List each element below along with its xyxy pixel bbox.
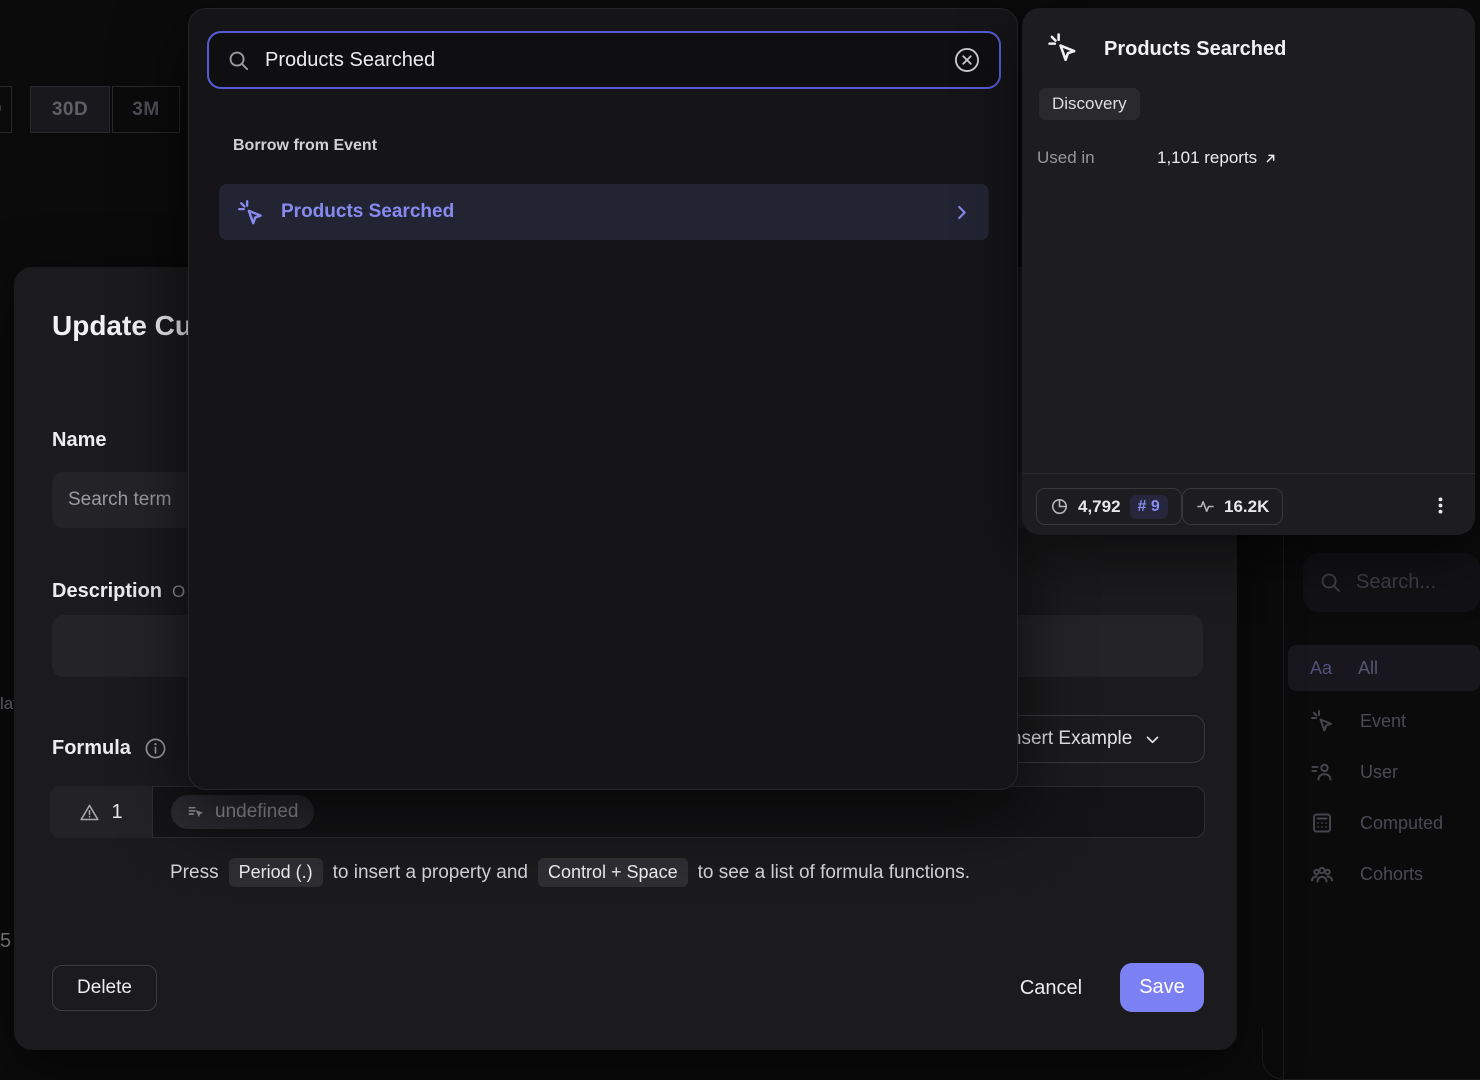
time-range-label: 3M (132, 99, 159, 121)
description-optional-label: O (172, 582, 185, 602)
popover-search-field[interactable] (265, 49, 938, 72)
sidebar-item-label: Cohorts (1360, 864, 1423, 885)
formula-property-chip[interactable]: undefined (171, 795, 314, 829)
hint-text: to see a list of formula functions. (698, 862, 970, 884)
app-screen: D 30D 3M lay 5 Aa All Event User Compute… (0, 0, 1480, 1080)
chevron-right-icon (952, 203, 971, 222)
search-icon (1319, 571, 1342, 594)
user-icon (1310, 760, 1334, 784)
sidebar-item-label: All (1358, 658, 1378, 679)
kbd-control-space: Control + Space (538, 858, 688, 887)
popover-section-label: Borrow from Event (233, 137, 377, 155)
borrow-property-popover: Borrow from Event Products Searched (188, 8, 1018, 790)
description-label: Description (52, 580, 162, 603)
info-icon[interactable] (144, 737, 167, 760)
event-icon (1047, 32, 1078, 63)
background-panel-corner (1262, 1028, 1480, 1080)
save-button[interactable]: Save (1120, 963, 1204, 1012)
event-icon (237, 199, 264, 226)
rank-badge: # 9 (1130, 495, 1168, 519)
event-property-icon (187, 803, 206, 822)
popover-search-input[interactable] (207, 31, 1001, 89)
text-format-icon: Aa (1310, 658, 1332, 679)
activity-icon (1196, 497, 1215, 516)
event-detail-panel: Products Searched Discovery Used in 1,10… (1022, 8, 1475, 535)
sidebar-item-label: Computed (1360, 813, 1443, 834)
name-label: Name (52, 429, 106, 452)
used-in-label: Used in (1037, 148, 1095, 168)
formula-editor[interactable]: undefined (152, 786, 1205, 838)
sidebar-item-event[interactable]: Event (1288, 698, 1480, 744)
more-options-icon[interactable] (1426, 491, 1455, 520)
formula-error-indicator[interactable]: 1 (50, 786, 152, 838)
sidebar-item-all[interactable]: Aa All (1288, 645, 1480, 691)
total-count-chip[interactable]: 16.2K (1182, 488, 1283, 525)
event-icon (1310, 709, 1334, 733)
calculator-icon (1310, 811, 1334, 835)
property-search-input[interactable] (1303, 553, 1480, 612)
time-range-label: D (0, 99, 2, 121)
time-range-label: 30D (52, 99, 88, 121)
event-result-label: Products Searched (281, 201, 454, 223)
sidebar-item-cohorts[interactable]: Cohorts (1288, 851, 1480, 897)
formula-label: Formula (52, 737, 131, 760)
cohorts-icon (1310, 862, 1334, 886)
used-in-reports-link[interactable]: 1,101 reports (1157, 148, 1278, 168)
time-range-button-3m[interactable]: 3M (112, 86, 180, 133)
kbd-period: Period (.) (229, 858, 323, 887)
sidebar-item-computed[interactable]: Computed (1288, 800, 1480, 846)
formula-label-row: Formula (52, 737, 167, 760)
search-icon (227, 49, 250, 72)
modal-title: Update Cu (52, 310, 192, 342)
property-search-field[interactable] (1356, 571, 1480, 594)
sidebar-item-label: User (1360, 762, 1398, 783)
chevron-down-icon (1144, 731, 1161, 748)
insert-example-label: Insert Example (1006, 728, 1133, 750)
time-range-button-30d[interactable]: 30D (30, 86, 110, 133)
pie-chart-icon (1050, 497, 1069, 516)
warning-icon (79, 802, 100, 823)
event-result-row[interactable]: Products Searched (219, 184, 989, 240)
hint-text: Press (170, 862, 219, 884)
cancel-button[interactable]: Cancel (1010, 965, 1092, 1011)
description-label-row: Description O (52, 580, 185, 603)
formula-error-count: 1 (111, 801, 122, 824)
unique-count-value: 4,792 (1078, 497, 1121, 517)
background-text-fragment: 5 (0, 930, 11, 953)
formula-hint: Press Period (.) to insert a property an… (170, 858, 970, 887)
sidebar-item-user[interactable]: User (1288, 749, 1480, 795)
unique-count-chip[interactable]: 4,792 # 9 (1036, 488, 1182, 525)
event-title: Products Searched (1104, 38, 1286, 61)
clear-search-icon[interactable] (953, 46, 981, 74)
sidebar-divider (1283, 535, 1284, 1080)
time-range-button-7d[interactable]: D (0, 86, 12, 133)
name-value: Search term (68, 489, 171, 511)
hint-text: to insert a property and (333, 862, 528, 884)
formula-chip-label: undefined (215, 801, 298, 823)
delete-button[interactable]: Delete (52, 965, 157, 1011)
category-badge: Discovery (1039, 88, 1140, 120)
panel-divider (1022, 473, 1475, 474)
sidebar-item-label: Event (1360, 711, 1406, 732)
used-in-value: 1,101 reports (1157, 148, 1257, 168)
external-link-icon (1263, 151, 1278, 166)
total-count-value: 16.2K (1224, 497, 1269, 517)
